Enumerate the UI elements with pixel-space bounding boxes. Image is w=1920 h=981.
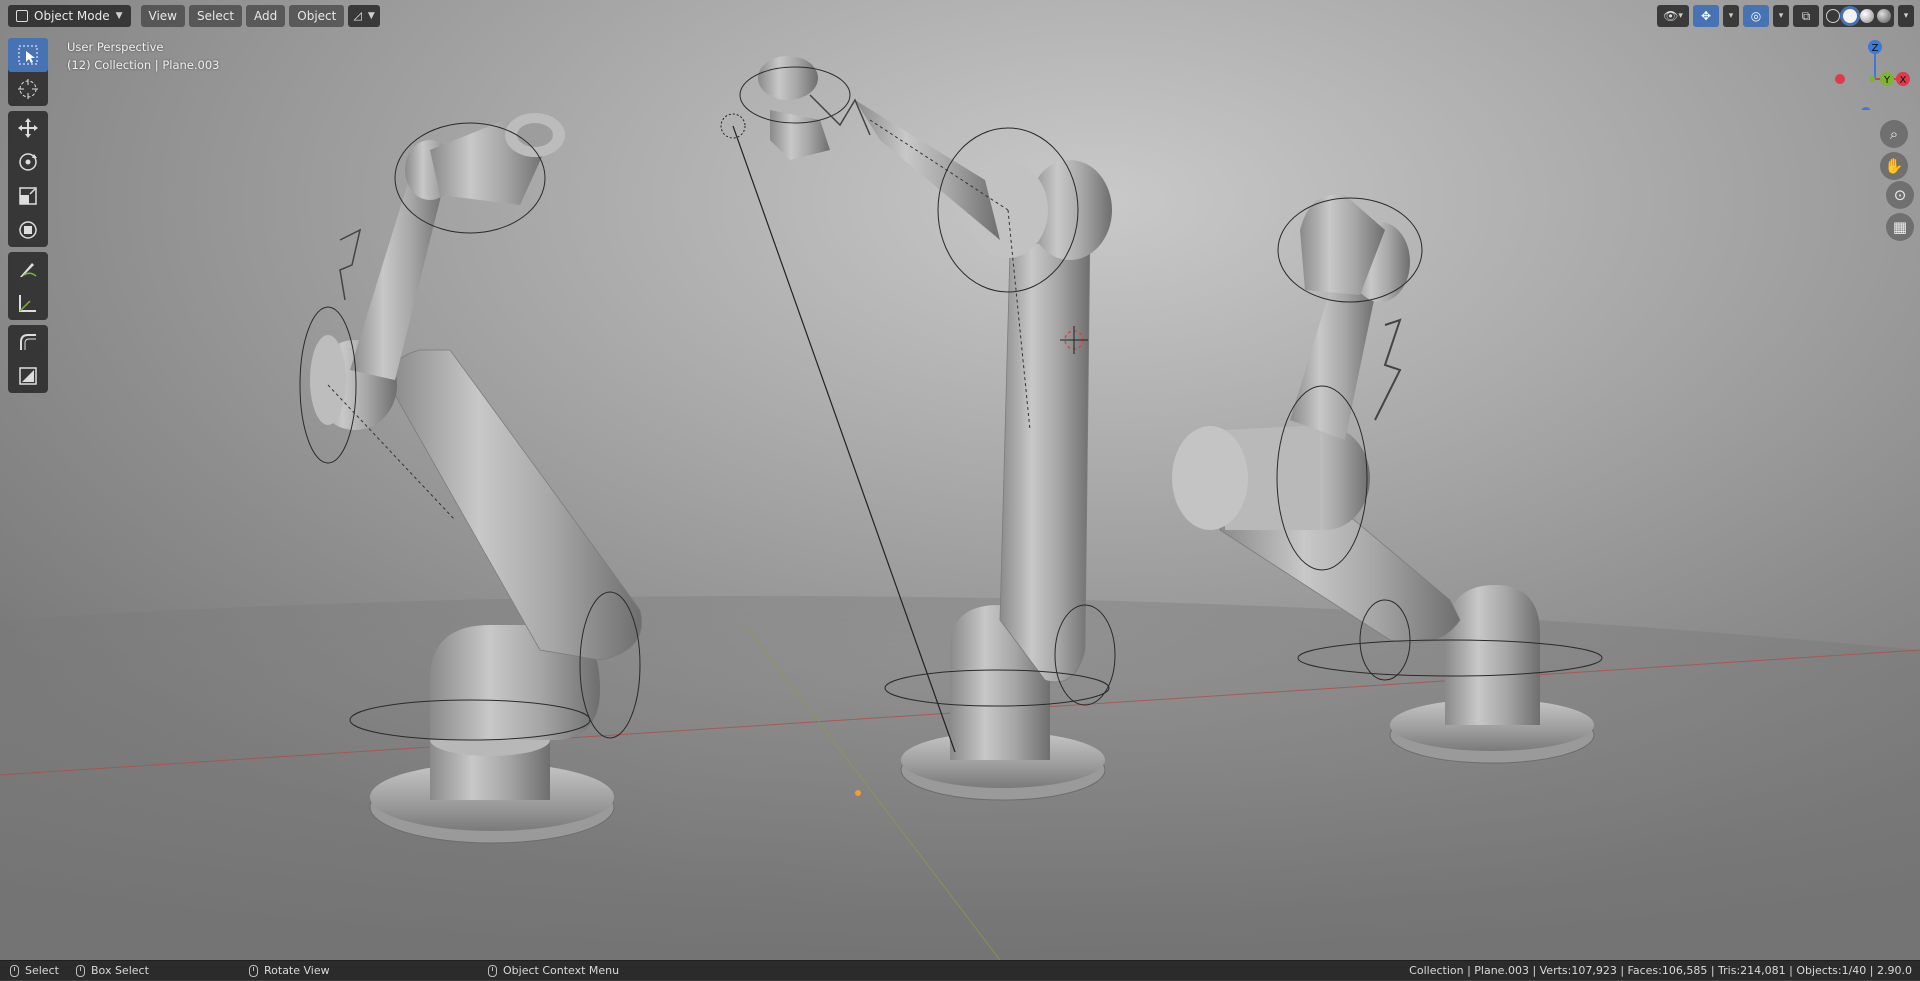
material-shading-icon[interactable] [1860,9,1874,23]
gizmo-dropdown[interactable]: ▾ [1723,5,1739,27]
chevron-down-icon: ▾ [1678,11,1683,21]
scene-statistics: Collection | Plane.003 | Verts:107,923 |… [1409,964,1912,977]
neg-z-handle[interactable] [1861,107,1871,110]
cursor-icon [18,79,38,99]
chevron-down-icon: ▼ [367,11,375,21]
overlays-icon: ◎ [1750,9,1762,23]
axis-gizmo[interactable]: Z Y X [1810,30,1920,110]
tool-group-transform [8,111,48,247]
move-icon [18,118,38,138]
eye-icon: 👁 [1663,9,1679,23]
pivot-icon: ◿ [353,9,362,22]
object-mode-icon [16,10,28,22]
neg-x-handle[interactable] [1835,74,1845,84]
tool-shelf [8,38,48,393]
chevron-down-icon: ▾ [1728,11,1734,21]
shading-mode-group [1823,5,1894,27]
select-box-icon [18,45,38,65]
menu-add[interactable]: Add [246,5,286,27]
tool-group-annotate [8,252,48,320]
extrude-tool[interactable] [8,325,48,359]
viewport-header: Object Mode ▼ View Select Add Object ◿ ▼ [0,0,1920,32]
xray-icon: ⧉ [1801,8,1811,23]
rotate-tool[interactable] [8,145,48,179]
annotate-icon [20,263,37,277]
chevron-down-icon: ▾ [1903,11,1909,21]
mode-label: Object Mode [34,9,110,23]
perspective-label: User Perspective [67,40,164,54]
chevron-down-icon: ▾ [1778,11,1784,21]
rendered-shading-icon[interactable] [1877,9,1891,23]
x-axis-label: X [1900,75,1907,86]
mode-dropdown[interactable]: Object Mode ▼ [8,5,131,27]
measure-icon [19,295,36,312]
left-mouse-icon [10,965,19,977]
pan-hand-icon[interactable]: ✋ [1880,152,1908,180]
add-cube-tool[interactable] [8,359,48,393]
menu-view[interactable]: View [140,5,185,27]
solid-shading-icon[interactable] [1843,9,1857,23]
shading-dropdown[interactable]: ▾ [1898,5,1914,27]
wireframe-shading-icon[interactable] [1826,9,1840,23]
annotate-tool[interactable] [8,252,48,286]
rotate-icon [19,153,37,171]
move-tool[interactable] [8,111,48,145]
right-mouse-icon [488,965,497,977]
hint-context-menu-label: Object Context Menu [503,964,620,977]
middle-mouse-icon [249,965,258,977]
hint-box-select: Box Select [76,961,149,981]
zoom-icon[interactable]: ⌕ [1880,120,1908,148]
menu-object[interactable]: Object [289,5,345,27]
measure-tool[interactable] [8,286,48,320]
camera-view-icon[interactable]: ⊙ [1886,181,1914,209]
hint-select: Select [10,961,59,981]
status-bar: Select Box Select Rotate View Object Con… [0,960,1920,980]
drag-mouse-icon [76,965,85,977]
ortho-grid-icon[interactable]: ▦ [1886,213,1914,241]
scale-tool[interactable] [8,179,48,213]
overlays-toggle-button[interactable]: ◎ [1743,5,1769,27]
tool-group-select [8,38,48,106]
hint-rotate-view-label: Rotate View [264,964,330,977]
z-axis-label: Z [1872,43,1879,54]
overlays-dropdown[interactable]: ▾ [1773,5,1789,27]
hint-box-select-label: Box Select [91,964,149,977]
hint-select-label: Select [25,964,59,977]
xray-toggle-button[interactable]: ⧉ [1793,5,1819,27]
select-box-tool[interactable] [8,38,48,72]
scale-icon [19,187,37,205]
visibility-dropdown[interactable]: 👁 ▾ [1657,5,1689,27]
tool-group-add [8,325,48,393]
hint-rotate-view: Rotate View [249,961,330,981]
viewport-info: User Perspective (12) Collection | Plane… [67,38,219,74]
y-axis-label: Y [1883,75,1891,86]
transform-icon [19,221,37,239]
cursor-tool[interactable] [8,72,48,106]
transform-tool[interactable] [8,213,48,247]
extrude-icon [20,334,36,350]
viewport-header-right: 👁 ▾ ✥ ▾ ◎ ▾ ⧉ ▾ [1657,5,1914,27]
gizmo-icon: ✥ [1700,9,1712,23]
collection-info: (12) Collection | Plane.003 [67,58,220,72]
menu-select[interactable]: Select [189,5,243,27]
transform-pivot-dropdown[interactable]: ◿ ▼ [348,5,380,27]
navigation-gizmo[interactable]: Z Y X ⌕ ✋ [1810,30,1920,180]
gizmo-toggle-button[interactable]: ✥ [1693,5,1719,27]
hint-context-menu: Object Context Menu [488,961,619,981]
3d-viewport[interactable]: Object Mode ▼ View Select Add Object ◿ ▼… [0,0,1920,960]
scene-render[interactable] [0,0,1920,960]
chevron-down-icon: ▼ [115,11,123,21]
add-cube-icon [19,367,37,385]
